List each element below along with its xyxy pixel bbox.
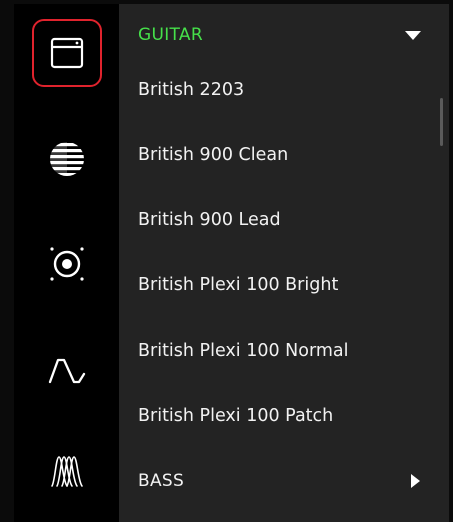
chevron-down-icon xyxy=(405,30,421,40)
preset-list-panel: GUITAR British 2203 British 900 Clean Br… xyxy=(119,4,449,522)
sidebar-item-filter[interactable] xyxy=(14,337,119,403)
preset-label: British 2203 xyxy=(138,80,245,100)
cabinet-speaker-icon xyxy=(49,142,84,176)
sidebar-item-amp[interactable] xyxy=(14,19,119,87)
chevron-right-icon xyxy=(411,474,420,488)
list-item[interactable]: British Plexi 100 Normal xyxy=(119,326,435,376)
preset-label: British Plexi 100 Patch xyxy=(138,406,334,426)
category-guitar[interactable]: GUITAR xyxy=(119,10,449,60)
preset-label: British Plexi 100 Bright xyxy=(138,275,339,295)
list-item[interactable]: British 2203 xyxy=(119,65,435,115)
amp-browser-window: GUITAR British 2203 British 900 Clean Br… xyxy=(0,0,453,522)
sidebar-item-effects[interactable] xyxy=(14,438,119,504)
speaker-cone-icon xyxy=(49,247,84,281)
category-guitar-label: GUITAR xyxy=(138,25,203,45)
amp-selection-frame xyxy=(31,19,102,87)
list-item[interactable]: British Plexi 100 Patch xyxy=(119,391,435,441)
list-item[interactable]: British 900 Clean xyxy=(119,130,435,180)
sidebar xyxy=(14,4,119,522)
sidebar-item-speaker[interactable] xyxy=(14,231,119,297)
scrollbar[interactable] xyxy=(440,98,443,146)
multi-wave-icon xyxy=(50,456,83,487)
category-bass[interactable]: BASS xyxy=(119,456,449,506)
list-item[interactable]: British 900 Lead xyxy=(119,195,435,245)
waveform-icon xyxy=(48,358,85,384)
amp-head-icon xyxy=(50,37,83,69)
preset-label: British 900 Clean xyxy=(138,145,289,165)
category-bass-label: BASS xyxy=(138,471,185,491)
sidebar-item-cabinet[interactable] xyxy=(14,126,119,192)
list-item[interactable]: British Plexi 100 Bright xyxy=(119,260,435,310)
preset-label: British Plexi 100 Normal xyxy=(138,341,349,361)
preset-label: British 900 Lead xyxy=(138,210,281,230)
